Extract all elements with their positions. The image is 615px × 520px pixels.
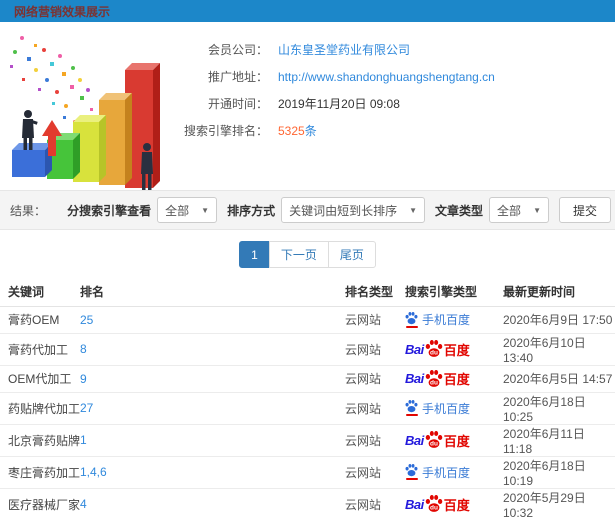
table-row: 药贴牌代加工 27 云网站 手机百度 2020年6月18日 10:25 [0, 392, 615, 425]
update-time-cell: 2020年6月9日 17:50 [503, 306, 615, 334]
open-time-value: 2019年11月20日 09:08 [278, 97, 400, 111]
article-type-select[interactable]: 全部 ▼ [489, 197, 549, 223]
sort-label: 排序方式 [227, 203, 276, 218]
svg-text:du: du [430, 504, 438, 511]
table-header-row: 关键词 排名 排名类型 搜索引擎类型 最新更新时间 [0, 278, 615, 307]
rank-link[interactable]: 4 [80, 497, 87, 511]
rank-count-label: 搜索引擎排名： [183, 124, 268, 138]
update-time-cell: 2020年6月5日 14:57 [503, 365, 615, 393]
chevron-down-icon: ▼ [201, 205, 210, 215]
summary-section: 会员公司： 山东皇圣堂药业有限公司 推广地址： http://www.shand… [0, 22, 615, 190]
baidu-logo: Bai du 百度 [405, 431, 470, 449]
table-row: 膏药代加工 8 云网站 Bai du 百度 2020年6月10日 13:40 [0, 333, 615, 366]
update-time-cell: 2020年6月18日 10:25 [503, 392, 615, 425]
keyword-cell: 枣庄膏药加工 [0, 456, 80, 489]
header-update-time: 最新更新时间 [503, 278, 615, 307]
chevron-down-icon: ▼ [409, 205, 418, 215]
header-engine-type: 搜索引擎类型 [405, 278, 503, 307]
header-rank: 排名 [80, 278, 345, 307]
header-rank-type: 排名类型 [345, 278, 405, 307]
chevron-down-icon: ▼ [533, 205, 541, 215]
keyword-cell: 医疗器械厂家 [0, 488, 80, 520]
baidu-paw-icon: du [425, 431, 443, 448]
engine-view-select[interactable]: 全部 ▼ [157, 197, 218, 223]
engine-view-label: 分搜索引擎查看 [67, 203, 152, 218]
rank-type-cell: 云网站 [345, 456, 405, 489]
company-label: 会员公司： [207, 43, 268, 57]
marketing-chart-illustration [0, 30, 172, 190]
info-row-rank-count: 搜索引擎排名： 5325条 [172, 117, 615, 144]
filter-bar: 结果： 分搜索引擎查看 全部 ▼ 排序方式 关键词由短到长排序 ▼ 文章类型 全… [0, 190, 615, 230]
info-row-company: 会员公司： 山东皇圣堂药业有限公司 [172, 36, 615, 63]
confetti-dots [10, 36, 93, 124]
keyword-cell: 膏药OEM [0, 306, 80, 334]
open-time-label: 开通时间： [207, 97, 268, 111]
baidu-paw-icon [405, 464, 418, 477]
rank-link[interactable]: 27 [80, 401, 93, 415]
rank-count-number: 5325 [278, 124, 305, 138]
rank-count-unit: 条 [304, 124, 317, 138]
rank-link[interactable]: 25 [80, 313, 93, 327]
svg-text:du: du [430, 379, 438, 386]
submit-button[interactable]: 提交 [558, 197, 611, 223]
table-row: OEM代加工 9 云网站 Bai du 百度 2020年6月5日 14:57 [0, 365, 615, 393]
keyword-cell: 膏药代加工 [0, 333, 80, 366]
info-row-open-time: 开通时间： 2019年11月20日 09:08 [172, 90, 615, 117]
rank-type-cell: 云网站 [345, 424, 405, 457]
mobile-baidu-logo: 手机百度 [405, 400, 470, 417]
rank-link[interactable]: 1,4,6 [80, 465, 107, 479]
baidu-logo: Bai du 百度 [405, 340, 470, 358]
baidu-paw-icon: du [425, 495, 443, 512]
mobile-baidu-logo: 手机百度 [405, 464, 470, 481]
table-row: 医疗器械厂家 4 云网站 Bai du 百度 2020年5月29日 10:32 [0, 488, 615, 520]
rank-link[interactable]: 8 [80, 342, 87, 356]
mobile-baidu-logo: 手机百度 [405, 311, 470, 328]
results-table: 关键词 排名 排名类型 搜索引擎类型 最新更新时间 膏药OEM 25 云网站 手… [0, 278, 615, 520]
rank-type-cell: 云网站 [345, 365, 405, 393]
bar-chart-graphic [10, 36, 160, 190]
result-label: 结果： [10, 203, 47, 218]
baidu-paw-icon: du [425, 340, 443, 357]
baidu-logo: Bai du 百度 [405, 495, 470, 513]
sort-select[interactable]: 关键词由短到长排序 ▼ [281, 197, 426, 223]
keyword-cell: 药贴牌代加工 [0, 392, 80, 425]
svg-text:du: du [430, 349, 438, 356]
info-row-url: 推广地址： http://www.shandonghuangshengtang.… [172, 63, 615, 90]
rank-link[interactable]: 1 [80, 433, 87, 447]
rank-type-cell: 云网站 [345, 333, 405, 366]
table-row: 膏药OEM 25 云网站 手机百度 2020年6月9日 17:50 [0, 306, 615, 334]
baidu-paw-icon: du [425, 369, 443, 387]
update-time-cell: 2020年5月29日 10:32 [503, 488, 615, 520]
company-info: 会员公司： 山东皇圣堂药业有限公司 推广地址： http://www.shand… [172, 30, 615, 190]
page-header: 网络营销效果展示 [0, 0, 615, 22]
keyword-cell: 北京膏药贴牌 [0, 424, 80, 457]
update-time-cell: 2020年6月18日 10:19 [503, 456, 615, 489]
last-page-button[interactable]: 尾页 [327, 241, 376, 268]
next-page-button[interactable]: 下一页 [268, 241, 329, 268]
baidu-logo: Bai du 百度 [405, 369, 470, 387]
pagination: 1 下一页 尾页 [0, 241, 615, 268]
update-time-cell: 2020年6月11日 11:18 [503, 424, 615, 457]
keyword-cell: OEM代加工 [0, 365, 80, 393]
promo-url-link[interactable]: http://www.shandonghuangshengtang.cn [278, 70, 495, 84]
page-title: 网络营销效果展示 [14, 4, 111, 19]
article-type-label: 文章类型 [435, 203, 484, 218]
table-row: 枣庄膏药加工 1,4,6 云网站 手机百度 2020年6月18日 10:19 [0, 456, 615, 489]
company-link[interactable]: 山东皇圣堂药业有限公司 [278, 41, 410, 58]
rank-type-cell: 云网站 [345, 392, 405, 425]
header-keyword: 关键词 [0, 278, 80, 307]
page-1-button[interactable]: 1 [239, 241, 270, 268]
svg-text:du: du [430, 440, 438, 447]
promo-url-label: 推广地址： [207, 70, 268, 84]
rank-type-cell: 云网站 [345, 488, 405, 520]
rank-type-cell: 云网站 [345, 306, 405, 334]
baidu-paw-icon [405, 311, 418, 324]
table-row: 北京膏药贴牌 1 云网站 Bai du 百度 2020年6月11日 11:18 [0, 424, 615, 457]
baidu-paw-icon [405, 400, 418, 413]
rank-link[interactable]: 9 [80, 372, 87, 386]
update-time-cell: 2020年6月10日 13:40 [503, 333, 615, 366]
